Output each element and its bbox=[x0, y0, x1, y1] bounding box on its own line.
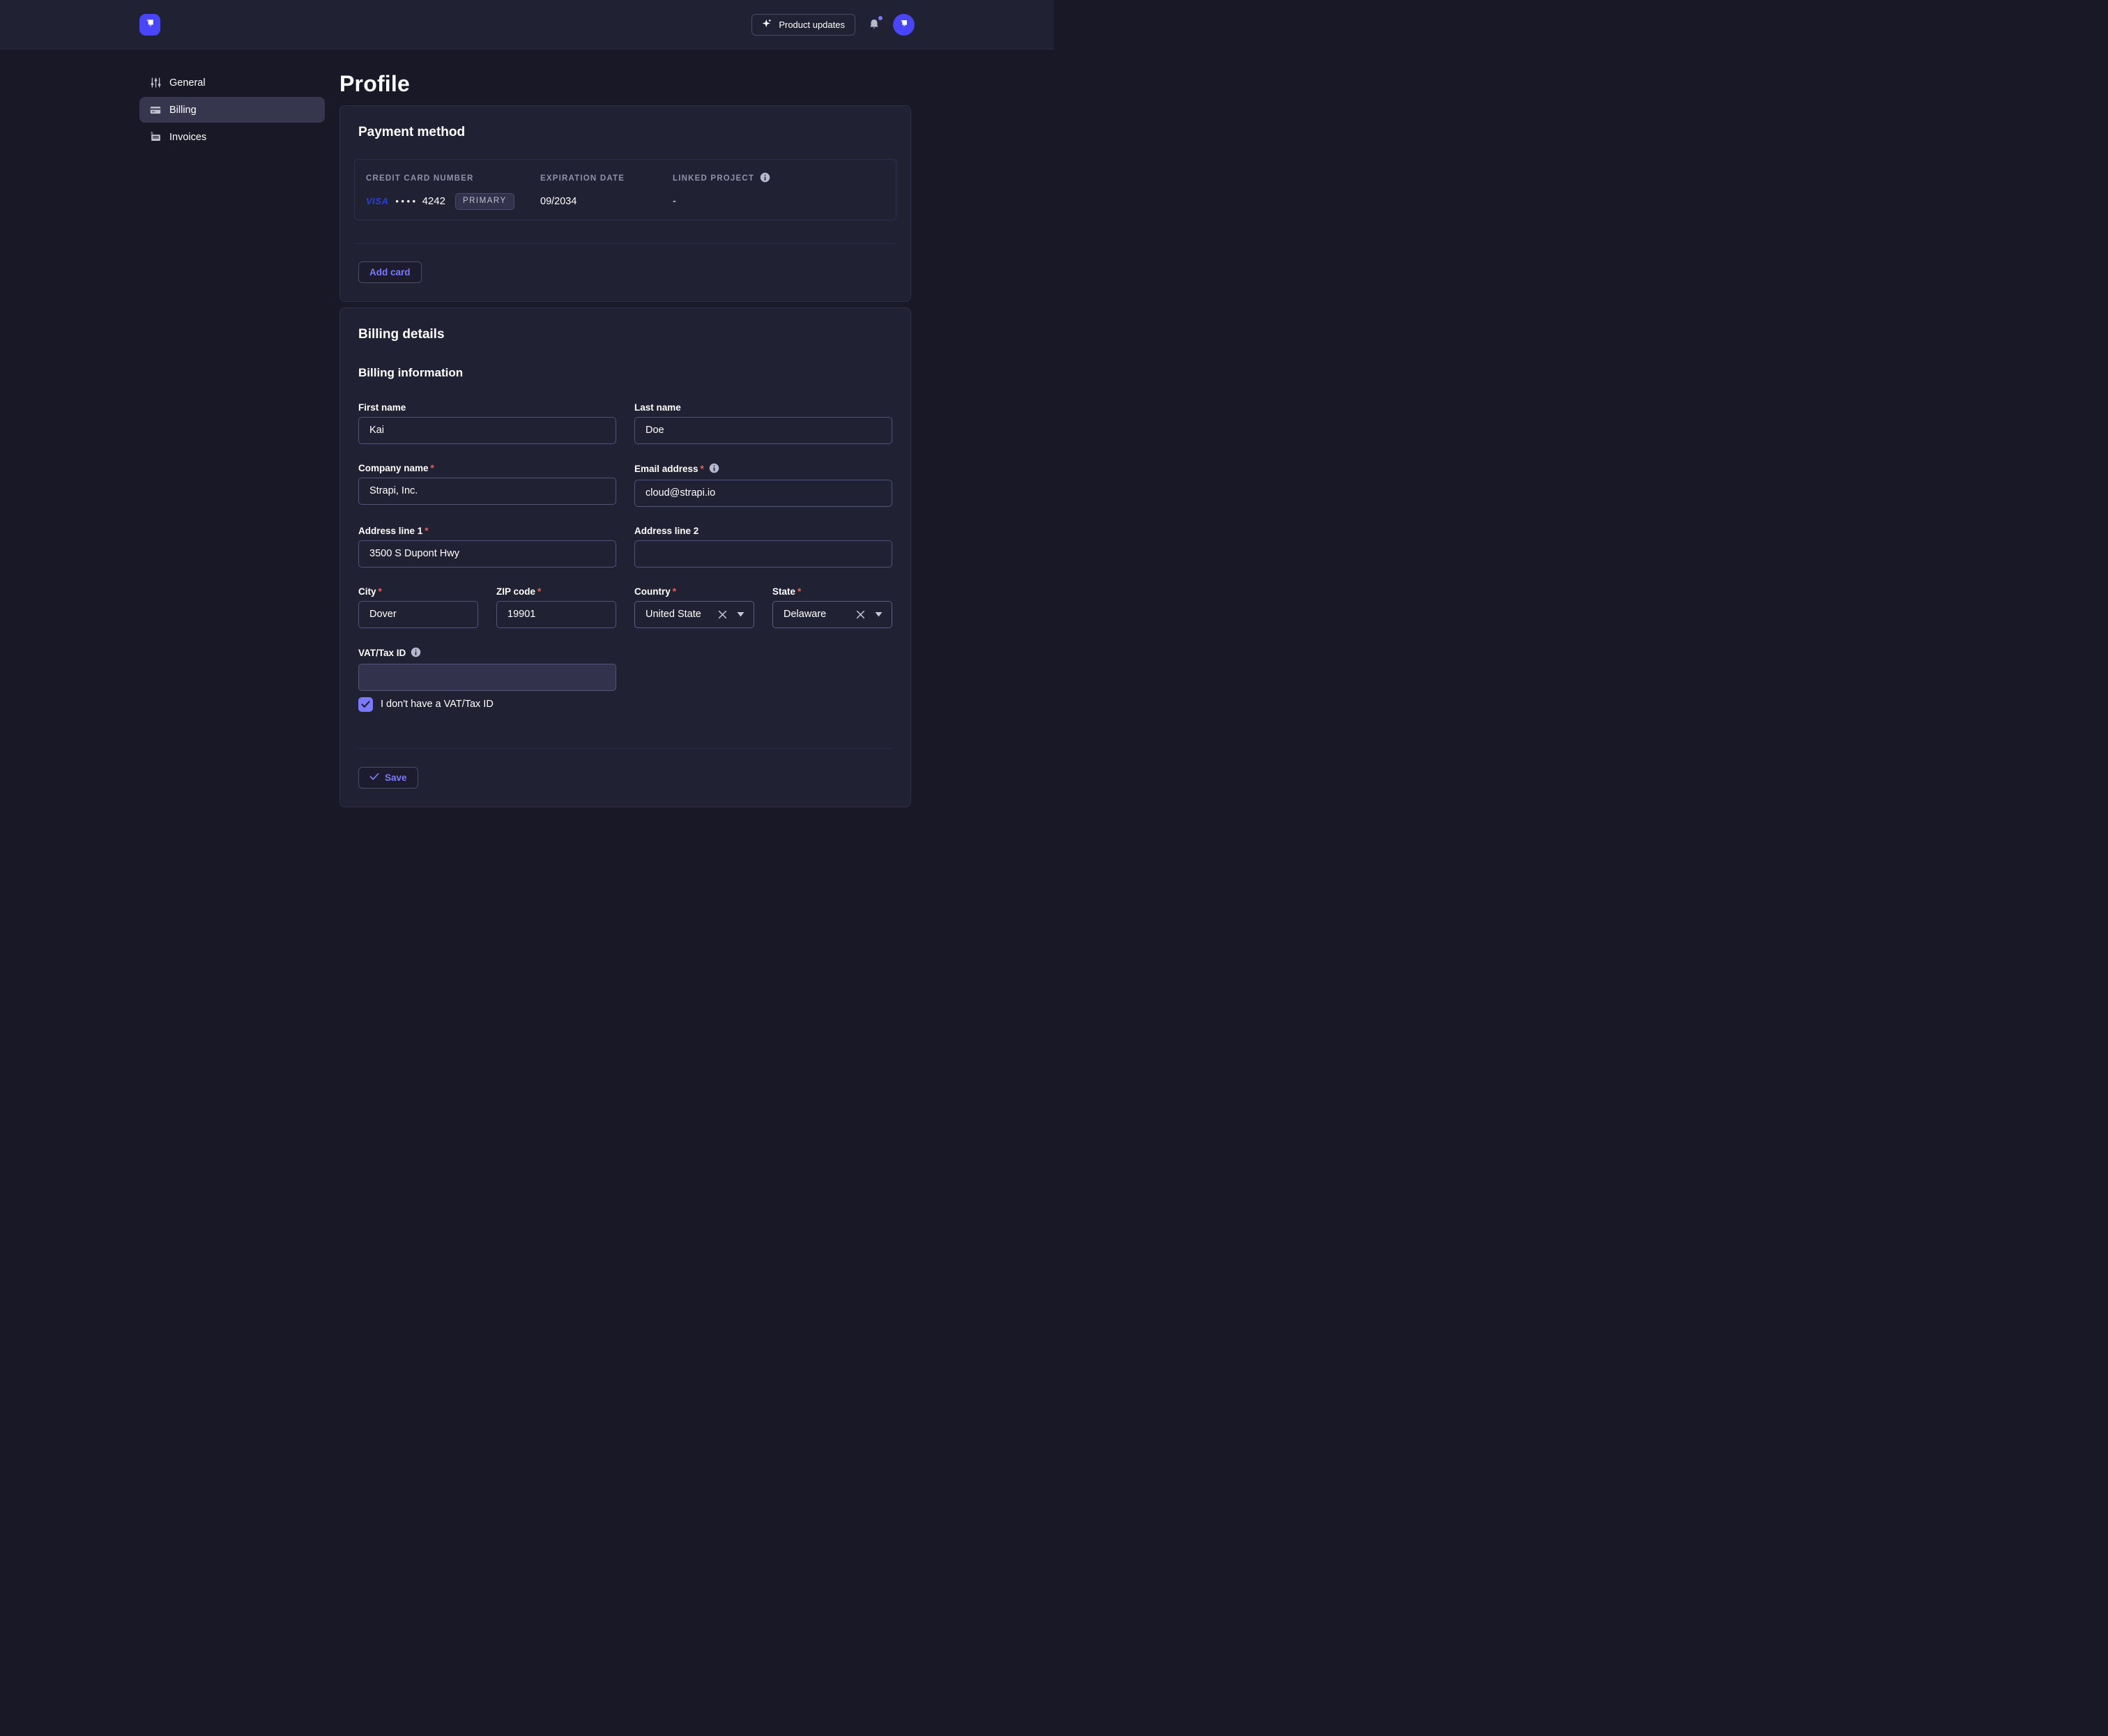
add-card-button[interactable]: Add card bbox=[358, 261, 422, 283]
product-updates-label: Product updates bbox=[779, 20, 845, 30]
primary-badge: PRIMARY bbox=[455, 193, 514, 210]
state-label: State* bbox=[772, 586, 892, 597]
address2-input[interactable] bbox=[634, 540, 892, 568]
company-name-label: Company name* bbox=[358, 463, 616, 474]
notifications-bell-icon[interactable] bbox=[866, 17, 882, 32]
email-label: Email address* bbox=[634, 463, 892, 476]
last-name-field-group: Last name bbox=[634, 402, 892, 444]
settings-sidebar: General Billing $ Invoices bbox=[139, 70, 325, 150]
linked-project-cell: - bbox=[673, 196, 885, 207]
country-value: United State bbox=[646, 609, 709, 620]
chevron-down-icon[interactable] bbox=[873, 609, 883, 619]
state-field-group: State* Delaware bbox=[772, 586, 892, 628]
state-value: Delaware bbox=[784, 609, 847, 620]
zip-input[interactable] bbox=[496, 601, 616, 628]
save-button[interactable]: Save bbox=[358, 767, 418, 789]
address1-label: Address line 1* bbox=[358, 526, 616, 537]
sidebar-item-label: General bbox=[169, 77, 206, 89]
column-linked-project: LINKED PROJECT bbox=[673, 172, 885, 185]
country-select[interactable]: United State bbox=[634, 601, 754, 628]
expiration-cell: 09/2034 bbox=[540, 196, 673, 207]
sidebar-item-general[interactable]: General bbox=[139, 70, 325, 96]
zip-field-group: ZIP code* bbox=[496, 586, 616, 628]
clear-icon[interactable] bbox=[855, 609, 865, 619]
page-title: Profile bbox=[339, 70, 911, 98]
no-vat-checkbox[interactable] bbox=[358, 697, 373, 712]
column-expiration-date: EXPIRATION DATE bbox=[540, 174, 673, 183]
sidebar-item-label: Invoices bbox=[169, 132, 206, 143]
add-card-label: Add card bbox=[369, 267, 411, 277]
form-row-name: First name Last name bbox=[358, 402, 892, 444]
payment-method-card: Payment method CREDIT CARD NUMBER EXPIRA… bbox=[339, 105, 911, 302]
company-name-field-group: Company name* bbox=[358, 463, 616, 507]
strapi-logo[interactable] bbox=[139, 14, 160, 36]
vat-label: VAT/Tax ID bbox=[358, 647, 616, 660]
payment-card-divider bbox=[354, 243, 896, 244]
country-field-group: Country* United State bbox=[634, 586, 754, 628]
email-field-group: Email address* bbox=[634, 463, 892, 507]
vat-input[interactable] bbox=[358, 664, 616, 691]
form-row-vat: VAT/Tax ID bbox=[358, 647, 892, 691]
visa-logo: VISA bbox=[366, 196, 388, 206]
email-input[interactable] bbox=[634, 480, 892, 507]
info-icon[interactable] bbox=[760, 172, 770, 185]
first-name-label: First name bbox=[358, 402, 616, 413]
address1-input[interactable] bbox=[358, 540, 616, 568]
credit-card-icon bbox=[149, 104, 162, 116]
last-name-label: Last name bbox=[634, 402, 892, 413]
invoice-icon: $ bbox=[149, 131, 162, 144]
form-row-address: Address line 1* Address line 2 bbox=[358, 526, 892, 568]
check-icon bbox=[369, 772, 379, 783]
top-header: Product updates bbox=[0, 0, 1054, 50]
clear-icon[interactable] bbox=[717, 609, 727, 619]
payment-methods-table: CREDIT CARD NUMBER EXPIRATION DATE LINKE… bbox=[354, 159, 896, 220]
header-actions: Product updates bbox=[751, 14, 915, 36]
vat-checkbox-row: I don't have a VAT/Tax ID bbox=[358, 697, 892, 712]
first-name-input[interactable] bbox=[358, 417, 616, 444]
column-credit-card-number: CREDIT CARD NUMBER bbox=[366, 174, 540, 183]
sidebar-item-billing[interactable]: Billing bbox=[139, 97, 325, 123]
save-label: Save bbox=[385, 772, 407, 783]
sliders-icon bbox=[149, 77, 162, 89]
card-number-dots: •••• bbox=[395, 196, 418, 206]
billing-details-title: Billing details bbox=[358, 326, 892, 343]
city-input[interactable] bbox=[358, 601, 478, 628]
form-row-location: City* ZIP code* Country* United State bbox=[358, 586, 892, 628]
payment-method-title: Payment method bbox=[358, 124, 892, 141]
notification-dot bbox=[878, 16, 883, 20]
credit-card-cell: VISA •••• 4242 PRIMARY bbox=[366, 193, 540, 210]
product-updates-button[interactable]: Product updates bbox=[751, 14, 855, 36]
form-row-company-email: Company name* Email address* bbox=[358, 463, 892, 507]
sidebar-item-invoices[interactable]: $ Invoices bbox=[139, 124, 325, 150]
sidebar-item-label: Billing bbox=[169, 105, 197, 116]
billing-details-card: Billing details Billing information Firs… bbox=[339, 307, 911, 807]
no-vat-checkbox-label: I don't have a VAT/Tax ID bbox=[381, 699, 494, 710]
vat-field-group: VAT/Tax ID bbox=[358, 647, 616, 691]
address2-label: Address line 2 bbox=[634, 526, 892, 537]
zip-label: ZIP code* bbox=[496, 586, 616, 597]
user-avatar[interactable] bbox=[893, 14, 915, 36]
strapi-logo-icon bbox=[144, 17, 156, 32]
info-icon[interactable] bbox=[709, 463, 719, 476]
main-content: Profile Payment method CREDIT CARD NUMBE… bbox=[339, 70, 911, 813]
city-label: City* bbox=[358, 586, 478, 597]
country-label: Country* bbox=[634, 586, 754, 597]
company-name-input[interactable] bbox=[358, 478, 616, 505]
avatar-strapi-icon bbox=[899, 17, 910, 32]
sparkles-icon bbox=[762, 18, 772, 31]
last-name-input[interactable] bbox=[634, 417, 892, 444]
card-last4: 4242 bbox=[422, 195, 445, 207]
info-icon[interactable] bbox=[411, 647, 421, 660]
state-select[interactable]: Delaware bbox=[772, 601, 892, 628]
chevron-down-icon[interactable] bbox=[735, 609, 745, 619]
billing-card-divider bbox=[358, 748, 892, 749]
city-field-group: City* bbox=[358, 586, 478, 628]
billing-information-title: Billing information bbox=[358, 365, 892, 381]
address2-field-group: Address line 2 bbox=[634, 526, 892, 568]
address1-field-group: Address line 1* bbox=[358, 526, 616, 568]
first-name-field-group: First name bbox=[358, 402, 616, 444]
